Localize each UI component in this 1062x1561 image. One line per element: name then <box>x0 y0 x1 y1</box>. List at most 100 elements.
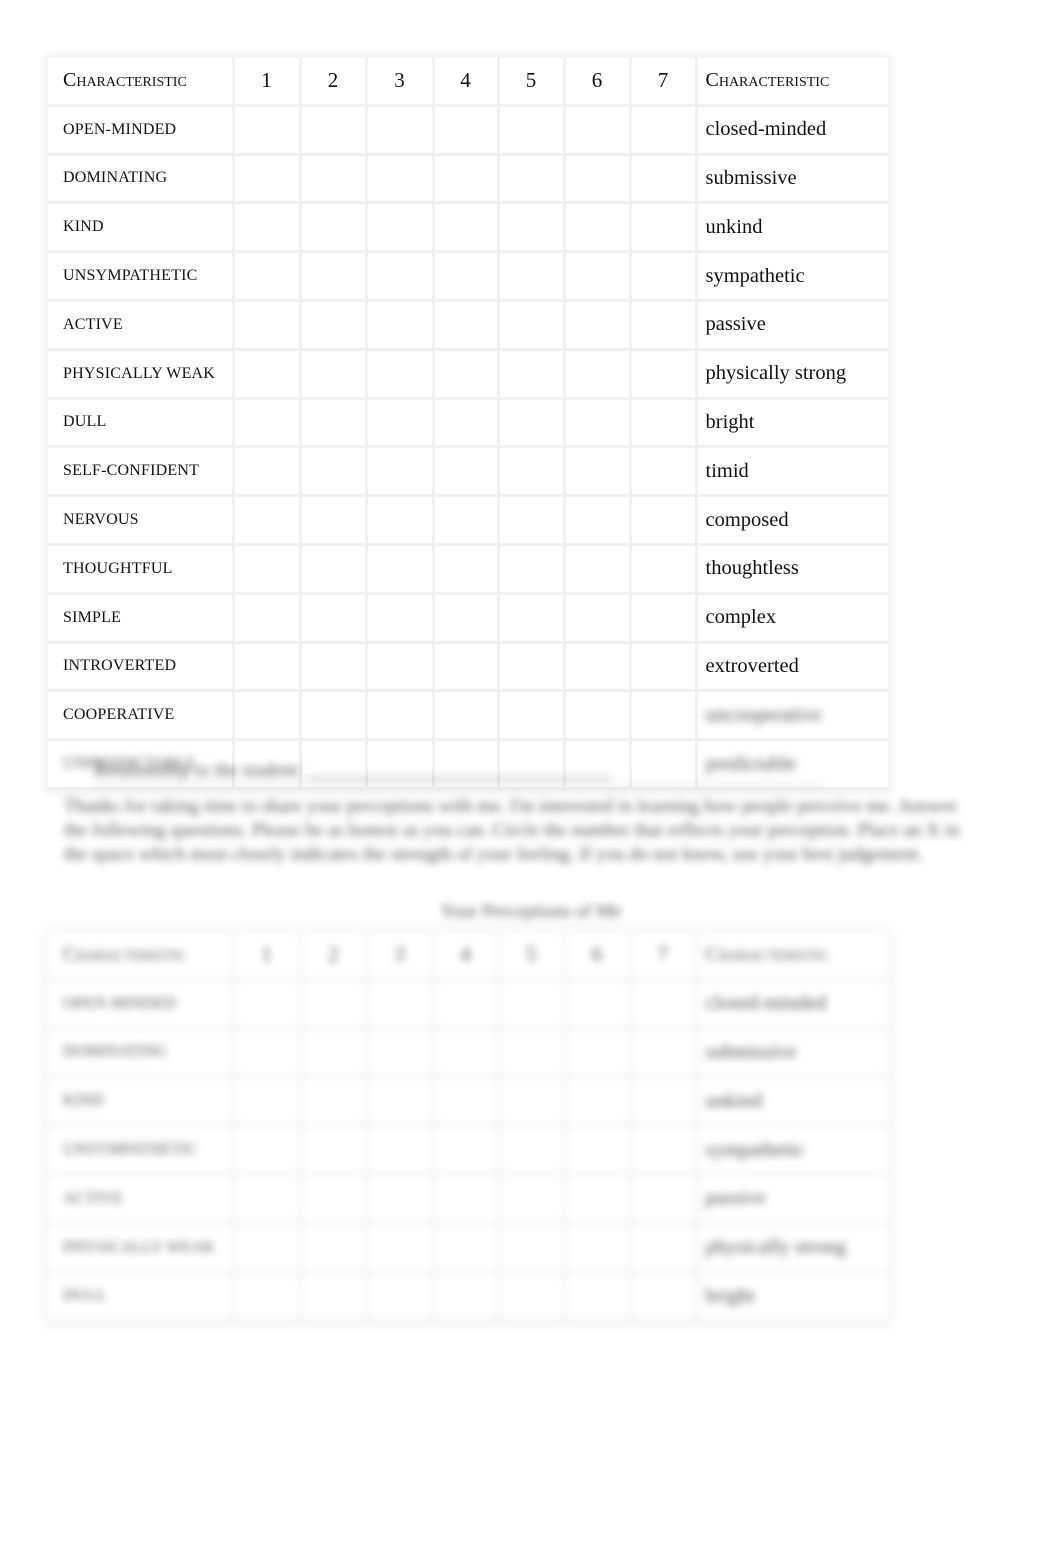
rating-cell-4[interactable] <box>431 1223 498 1274</box>
rating-cell-4[interactable] <box>431 1076 498 1128</box>
rating-cell-5[interactable] <box>496 1028 564 1079</box>
rating-cell-5[interactable] <box>496 979 564 1030</box>
rating-cell-6[interactable] <box>562 446 630 498</box>
rating-cell-5[interactable] <box>496 446 564 498</box>
rating-cell-5[interactable] <box>496 154 564 205</box>
rating-cell-6[interactable] <box>562 105 630 156</box>
rating-cell-6[interactable] <box>562 544 630 595</box>
rating-cell-6[interactable] <box>562 1272 630 1323</box>
rating-cell-3[interactable] <box>364 1076 433 1128</box>
rating-cell-1[interactable] <box>231 300 300 351</box>
rating-cell-5[interactable] <box>496 593 564 644</box>
rating-cell-2[interactable] <box>298 690 366 742</box>
rating-cell-6[interactable] <box>562 979 630 1030</box>
rating-cell-3[interactable] <box>364 154 433 205</box>
rating-cell-7[interactable] <box>628 251 696 302</box>
rating-cell-4[interactable] <box>431 979 498 1030</box>
rating-cell-7[interactable] <box>628 1272 696 1323</box>
rating-cell-5[interactable] <box>496 544 564 595</box>
rating-cell-5[interactable] <box>496 1272 564 1323</box>
rating-cell-3[interactable] <box>364 690 433 742</box>
rating-cell-1[interactable] <box>231 690 300 742</box>
rating-cell-6[interactable] <box>562 642 630 693</box>
rating-cell-1[interactable] <box>231 979 300 1030</box>
rating-cell-1[interactable] <box>231 154 300 205</box>
rating-cell-4[interactable] <box>431 446 498 498</box>
rating-cell-4[interactable] <box>431 300 498 351</box>
rating-cell-6[interactable] <box>562 1174 630 1225</box>
rating-cell-2[interactable] <box>298 979 366 1030</box>
rating-cell-1[interactable] <box>231 1076 300 1128</box>
rating-cell-5[interactable] <box>496 105 564 156</box>
rating-cell-1[interactable] <box>231 1223 300 1274</box>
rating-cell-7[interactable] <box>628 398 696 449</box>
rating-cell-6[interactable] <box>562 349 630 400</box>
rating-cell-2[interactable] <box>298 1028 366 1079</box>
rating-cell-7[interactable] <box>628 979 696 1030</box>
rating-cell-2[interactable] <box>298 1174 366 1225</box>
rating-cell-1[interactable] <box>231 1174 300 1225</box>
rating-cell-6[interactable] <box>562 154 630 205</box>
rating-cell-1[interactable] <box>231 1272 300 1323</box>
rating-cell-5[interactable] <box>496 349 564 400</box>
rating-cell-6[interactable] <box>562 495 630 546</box>
rating-cell-4[interactable] <box>431 642 498 693</box>
rating-cell-3[interactable] <box>364 398 433 449</box>
rating-cell-5[interactable] <box>496 642 564 693</box>
rating-cell-2[interactable] <box>298 105 366 156</box>
rating-cell-5[interactable] <box>496 690 564 742</box>
rating-cell-3[interactable] <box>364 1028 433 1079</box>
rating-cell-1[interactable] <box>231 544 300 595</box>
rating-cell-2[interactable] <box>298 202 366 254</box>
rating-cell-4[interactable] <box>431 349 498 400</box>
rating-cell-2[interactable] <box>298 446 366 498</box>
rating-cell-2[interactable] <box>298 300 366 351</box>
rating-cell-5[interactable] <box>496 202 564 254</box>
rating-cell-3[interactable] <box>364 1272 433 1323</box>
rating-cell-4[interactable] <box>431 495 498 546</box>
rating-cell-3[interactable] <box>364 251 433 302</box>
rating-cell-2[interactable] <box>298 1125 366 1176</box>
rating-cell-3[interactable] <box>364 642 433 693</box>
rating-cell-6[interactable] <box>562 1028 630 1079</box>
rating-cell-7[interactable] <box>628 690 696 742</box>
rating-cell-3[interactable] <box>364 300 433 351</box>
rating-cell-7[interactable] <box>628 642 696 693</box>
rating-cell-6[interactable] <box>562 300 630 351</box>
rating-cell-1[interactable] <box>231 202 300 254</box>
rating-cell-4[interactable] <box>431 202 498 254</box>
rating-cell-4[interactable] <box>431 544 498 595</box>
rating-cell-5[interactable] <box>496 251 564 302</box>
rating-cell-7[interactable] <box>628 446 696 498</box>
rating-cell-4[interactable] <box>431 1272 498 1323</box>
rating-cell-4[interactable] <box>431 690 498 742</box>
rating-cell-5[interactable] <box>496 398 564 449</box>
rating-cell-7[interactable] <box>628 300 696 351</box>
rating-cell-6[interactable] <box>562 1076 630 1128</box>
rating-cell-7[interactable] <box>628 349 696 400</box>
rating-cell-2[interactable] <box>298 642 366 693</box>
rating-cell-7[interactable] <box>628 154 696 205</box>
rating-cell-4[interactable] <box>431 398 498 449</box>
rating-cell-1[interactable] <box>231 349 300 400</box>
rating-cell-3[interactable] <box>364 593 433 644</box>
rating-cell-7[interactable] <box>628 1076 696 1128</box>
rating-cell-7[interactable] <box>628 1223 696 1274</box>
rating-cell-6[interactable] <box>562 251 630 302</box>
rating-cell-6[interactable] <box>562 690 630 742</box>
rating-cell-3[interactable] <box>364 446 433 498</box>
rating-cell-1[interactable] <box>231 642 300 693</box>
rating-cell-2[interactable] <box>298 1272 366 1323</box>
rating-cell-7[interactable] <box>628 495 696 546</box>
rating-cell-2[interactable] <box>298 398 366 449</box>
rating-cell-7[interactable] <box>628 1028 696 1079</box>
rating-cell-7[interactable] <box>628 544 696 595</box>
rating-cell-2[interactable] <box>298 154 366 205</box>
rating-cell-6[interactable] <box>562 593 630 644</box>
rating-cell-3[interactable] <box>364 105 433 156</box>
rating-cell-7[interactable] <box>628 105 696 156</box>
rating-cell-1[interactable] <box>231 1028 300 1079</box>
rating-cell-3[interactable] <box>364 1223 433 1274</box>
rating-cell-5[interactable] <box>496 1174 564 1225</box>
rating-cell-5[interactable] <box>496 1223 564 1274</box>
